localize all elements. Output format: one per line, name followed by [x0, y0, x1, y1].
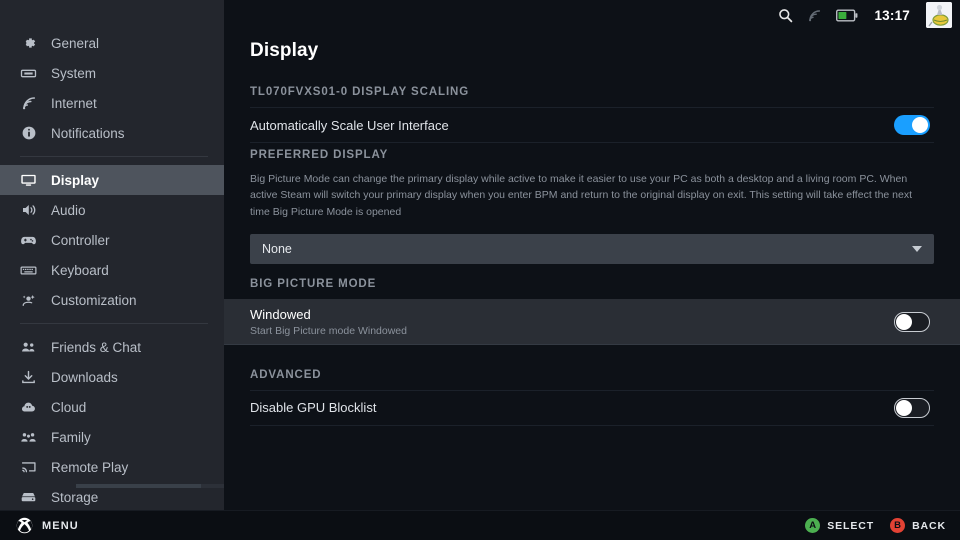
- speaker-icon: [20, 202, 37, 219]
- sidebar-item-notifications[interactable]: Notifications: [0, 118, 224, 148]
- sidebar-item-label: Downloads: [51, 369, 118, 385]
- download-icon: [20, 369, 37, 386]
- sidebar-item-friends-chat[interactable]: Friends & Chat: [0, 332, 224, 362]
- notification-bell-icon: [20, 125, 37, 142]
- sidebar-item-keyboard[interactable]: Keyboard: [0, 255, 224, 285]
- sidebar-item-label: Remote Play: [51, 459, 129, 475]
- hint-label: SELECT: [827, 519, 875, 532]
- sidebar-item-label: Audio: [51, 202, 86, 218]
- sidebar-group-2: Display Audio Controller Keyboard Custom…: [0, 165, 224, 315]
- row-sublabel: Start Big Picture mode Windowed: [250, 324, 407, 337]
- sidebar-item-family[interactable]: Family: [0, 422, 224, 452]
- row-auto-scale-ui[interactable]: Automatically Scale User Interface: [250, 107, 934, 143]
- sidebar-item-label: Friends & Chat: [51, 339, 142, 355]
- sidebar-item-label: Display: [51, 172, 100, 188]
- preferred-display-select[interactable]: None: [250, 233, 934, 264]
- row-disable-gpu-blocklist[interactable]: Disable GPU Blocklist: [250, 389, 934, 426]
- b-button-icon: B: [890, 518, 906, 533]
- sidebar-item-label: Family: [51, 429, 91, 445]
- monitor-icon: [20, 172, 37, 189]
- sidebar-item-system[interactable]: System: [0, 58, 224, 88]
- section-heading-big-picture-mode: BIG PICTURE MODE: [250, 277, 377, 290]
- footer-hints: A SELECT B BACK: [805, 518, 946, 533]
- hint-back[interactable]: B BACK: [890, 518, 946, 533]
- sidebar-item-audio[interactable]: Audio: [0, 195, 224, 225]
- dropdown-value: None: [262, 241, 292, 256]
- sidebar-item-remote-play[interactable]: Remote Play: [0, 452, 224, 482]
- friends-icon: [20, 339, 37, 356]
- sidebar-item-internet[interactable]: Internet: [0, 88, 224, 118]
- status-clock: 13:17: [874, 7, 910, 23]
- sidebar-divider: [20, 323, 208, 324]
- row-label: Windowed: [250, 306, 311, 322]
- sidebar-item-label: Notifications: [51, 125, 125, 141]
- hint-label: BACK: [912, 519, 946, 532]
- row-label: Disable GPU Blocklist: [250, 400, 377, 416]
- gear-icon: [20, 35, 37, 52]
- handheld-device-icon: [20, 65, 37, 82]
- sidebar-item-label: System: [51, 65, 97, 81]
- avatar[interactable]: [926, 2, 952, 28]
- sidebar-item-controller[interactable]: Controller: [0, 225, 224, 255]
- sidebar-item-cloud[interactable]: Cloud: [0, 392, 224, 422]
- sidebar-item-label: General: [51, 35, 100, 51]
- cloud-icon: [20, 399, 37, 416]
- sidebar-scrollbar[interactable]: [76, 484, 224, 488]
- gamepad-icon: [20, 232, 37, 249]
- remote-play-icon: [20, 459, 37, 476]
- status-bar: 13:17: [224, 0, 960, 30]
- sidebar-item-customization[interactable]: Customization: [0, 285, 224, 315]
- sidebar-group-1: General System Internet Notifications: [0, 28, 224, 148]
- toggle-auto-scale-ui[interactable]: [894, 115, 930, 135]
- hint-select[interactable]: A SELECT: [805, 518, 874, 533]
- customization-icon: [20, 292, 37, 309]
- section-heading-advanced: ADVANCED: [250, 368, 322, 381]
- toggle-big-picture-windowed[interactable]: [894, 311, 930, 332]
- family-icon: [20, 429, 37, 446]
- sidebar-item-label: Keyboard: [51, 262, 109, 278]
- search-icon[interactable]: [778, 8, 793, 23]
- row-label: Automatically Scale User Interface: [250, 117, 449, 133]
- sidebar-item-label: Controller: [51, 232, 110, 248]
- wifi-icon: [20, 95, 37, 112]
- storage-icon: [20, 489, 37, 506]
- sidebar-item-general[interactable]: General: [0, 28, 224, 58]
- main-content: Display TL070FVXS01-0 DISPLAY SCALING Au…: [224, 0, 960, 510]
- xbox-guide-icon: [16, 517, 33, 534]
- chevron-down-icon: [912, 245, 922, 252]
- sidebar: General System Internet Notifications Di…: [0, 0, 224, 510]
- battery-icon[interactable]: [836, 8, 858, 22]
- menu-label: MENU: [42, 519, 79, 532]
- sidebar-item-downloads[interactable]: Downloads: [0, 362, 224, 392]
- sidebar-item-label: Storage: [51, 489, 99, 505]
- wifi-signal-icon[interactable]: [807, 8, 822, 23]
- section-heading-preferred-display: PREFERRED DISPLAY: [250, 149, 389, 161]
- keyboard-icon: [20, 262, 37, 279]
- menu-button[interactable]: MENU: [16, 517, 79, 534]
- footer-bar: MENU A SELECT B BACK: [0, 510, 960, 540]
- steam-settings-window: 13:17 General System Internet Notificati…: [0, 0, 960, 540]
- a-button-icon: A: [805, 518, 821, 533]
- sidebar-divider: [20, 156, 208, 157]
- section-heading-display-scaling: TL070FVXS01-0 DISPLAY SCALING: [250, 86, 470, 98]
- sidebar-item-label: Cloud: [51, 399, 87, 415]
- sidebar-item-label: Customization: [51, 292, 137, 308]
- row-big-picture-windowed[interactable]: Windowed Start Big Picture mode Windowed: [224, 298, 960, 345]
- preferred-display-description: Big Picture Mode can change the primary …: [250, 173, 913, 218]
- toggle-disable-gpu-blocklist[interactable]: [894, 397, 930, 418]
- sidebar-item-label: Internet: [51, 95, 97, 111]
- sidebar-item-display[interactable]: Display: [0, 165, 224, 195]
